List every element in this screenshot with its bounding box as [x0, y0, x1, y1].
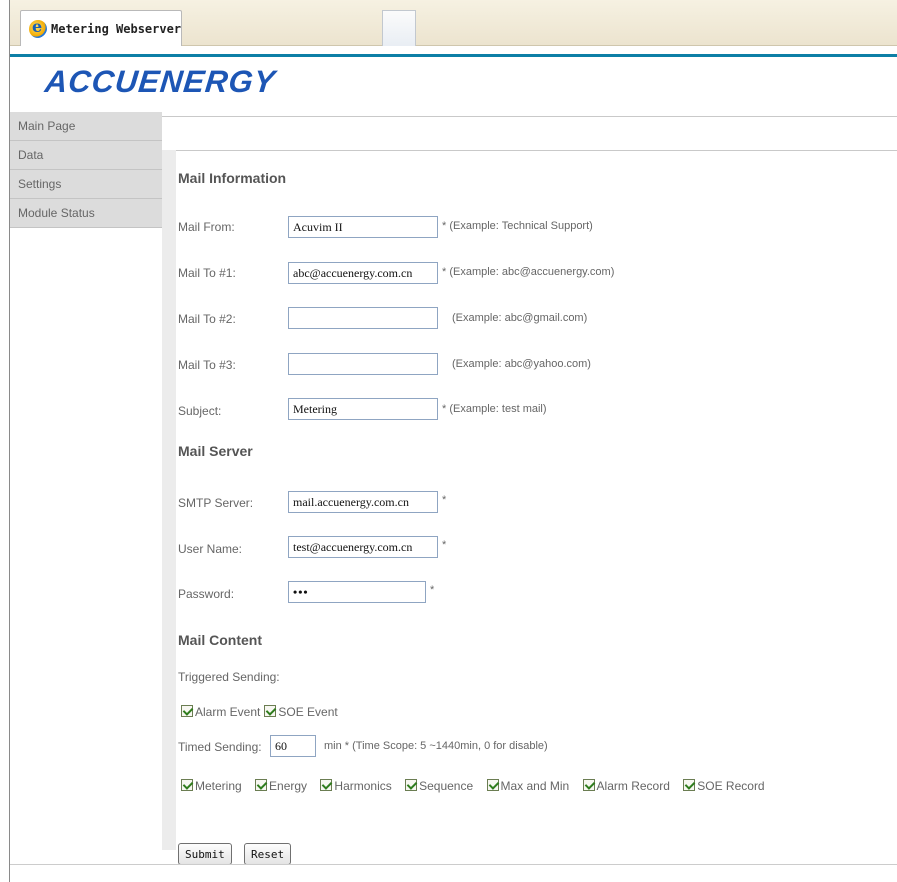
password-hint: *: [430, 584, 435, 596]
nav-item-data[interactable]: Data: [10, 141, 162, 170]
checkbox-checked-icon[interactable]: [582, 779, 595, 791]
checkbox-checked-icon[interactable]: [181, 779, 193, 791]
browser-tab-active[interactable]: Metering Webserver: [20, 10, 182, 46]
mail-to-1-input[interactable]: [288, 262, 438, 284]
checkbox-alarm-record[interactable]: Alarm Record: [582, 779, 670, 793]
checkbox-max-and-min[interactable]: Max and Min: [486, 779, 570, 793]
user-name-hint: *: [442, 539, 447, 551]
triggered-sending-label: Triggered Sending:: [178, 670, 280, 684]
internet-explorer-icon: [29, 17, 47, 38]
smtp-server-hint: *: [442, 494, 447, 506]
page-bottom-rule: [10, 864, 897, 865]
timed-sending-hint: min * (Time Scope: 5 ~1440min, 0 for dis…: [324, 740, 548, 752]
mail-from-input[interactable]: [288, 216, 438, 238]
mail-to-3-input[interactable]: [288, 353, 438, 375]
checkbox-checked-icon[interactable]: [264, 705, 277, 717]
checkbox-label: Harmonics: [334, 779, 392, 793]
checkbox-checked-icon[interactable]: [683, 779, 696, 791]
mail-to-3-label: Mail To #3:: [178, 358, 236, 372]
checkbox-soe-event[interactable]: SOE Event: [264, 705, 338, 719]
sidebar-nav: Main Page Data Settings Module Status: [10, 112, 162, 228]
checkbox-checked-icon[interactable]: [320, 779, 333, 791]
checkbox-checked-icon[interactable]: [486, 779, 499, 791]
new-tab-button[interactable]: [382, 10, 416, 46]
checkbox-harmonics[interactable]: Harmonics: [320, 779, 392, 793]
checkbox-metering[interactable]: Metering: [181, 779, 242, 793]
content-options-row: Metering Energy Harmonics Sequence Max a…: [181, 779, 775, 793]
checkbox-checked-icon[interactable]: [255, 779, 268, 791]
section-title-mail-information: Mail Information: [178, 170, 287, 186]
user-name-input[interactable]: [288, 536, 438, 558]
user-name-label: User Name:: [178, 542, 243, 556]
section-title-mail-server: Mail Server: [178, 443, 253, 459]
checkbox-label: SOE Record: [697, 779, 765, 793]
submit-button[interactable]: Submit: [178, 843, 232, 865]
content-header-rule-bottom: [162, 150, 897, 151]
password-input[interactable]: [288, 581, 426, 603]
checkbox-label: Alarm Event: [195, 705, 261, 719]
checkbox-label: Metering: [195, 779, 242, 793]
nav-item-settings[interactable]: Settings: [10, 170, 162, 199]
checkbox-label: Sequence: [419, 779, 474, 793]
mail-to-1-label: Mail To #1:: [178, 266, 236, 280]
nav-item-module-status[interactable]: Module Status: [10, 199, 162, 228]
subject-label: Subject:: [178, 404, 222, 418]
checkbox-alarm-event[interactable]: Alarm Event: [181, 705, 260, 719]
mail-to-3-hint: (Example: abc@yahoo.com): [452, 358, 591, 370]
browser-tab-title: Metering Webserver: [51, 21, 181, 36]
mail-to-2-input[interactable]: [288, 307, 438, 329]
password-label: Password:: [178, 587, 235, 601]
checkbox-label: Max and Min: [500, 779, 570, 793]
section-title-mail-content: Mail Content: [178, 632, 262, 648]
accuenergy-logo: ACCUENERGY: [43, 64, 278, 99]
checkbox-checked-icon[interactable]: [405, 779, 418, 791]
mail-from-hint: * (Example: Technical Support): [442, 220, 593, 232]
content-side-strip: [162, 150, 176, 850]
timed-sending-input[interactable]: [270, 735, 316, 757]
mail-to-1-hint: * (Example: abc@accuenergy.com): [442, 266, 615, 278]
checkbox-checked-icon[interactable]: [181, 705, 193, 717]
reset-button[interactable]: Reset: [244, 843, 292, 865]
triggered-options-row: Alarm Event SOE Event: [181, 705, 348, 719]
mail-from-label: Mail From:: [178, 220, 235, 234]
checkbox-label: SOE Event: [278, 705, 338, 719]
mail-to-2-hint: (Example: abc@gmail.com): [452, 312, 588, 324]
checkbox-label: Energy: [269, 779, 308, 793]
smtp-server-input[interactable]: [288, 491, 438, 513]
mail-to-2-label: Mail To #2:: [178, 312, 236, 326]
browser-tab-strip: Metering Webserver: [10, 0, 897, 46]
checkbox-energy[interactable]: Energy: [255, 779, 307, 793]
nav-item-main-page[interactable]: Main Page: [10, 112, 162, 141]
subject-hint: * (Example: test mail): [442, 403, 547, 415]
timed-sending-label: Timed Sending:: [178, 740, 262, 754]
smtp-server-label: SMTP Server:: [178, 496, 254, 510]
content-header-rule-top: [162, 116, 897, 117]
checkbox-soe-record[interactable]: SOE Record: [683, 779, 765, 793]
checkbox-label: Alarm Record: [596, 779, 670, 793]
header-accent-line: [10, 54, 897, 57]
subject-input[interactable]: [288, 398, 438, 420]
checkbox-sequence[interactable]: Sequence: [405, 779, 473, 793]
